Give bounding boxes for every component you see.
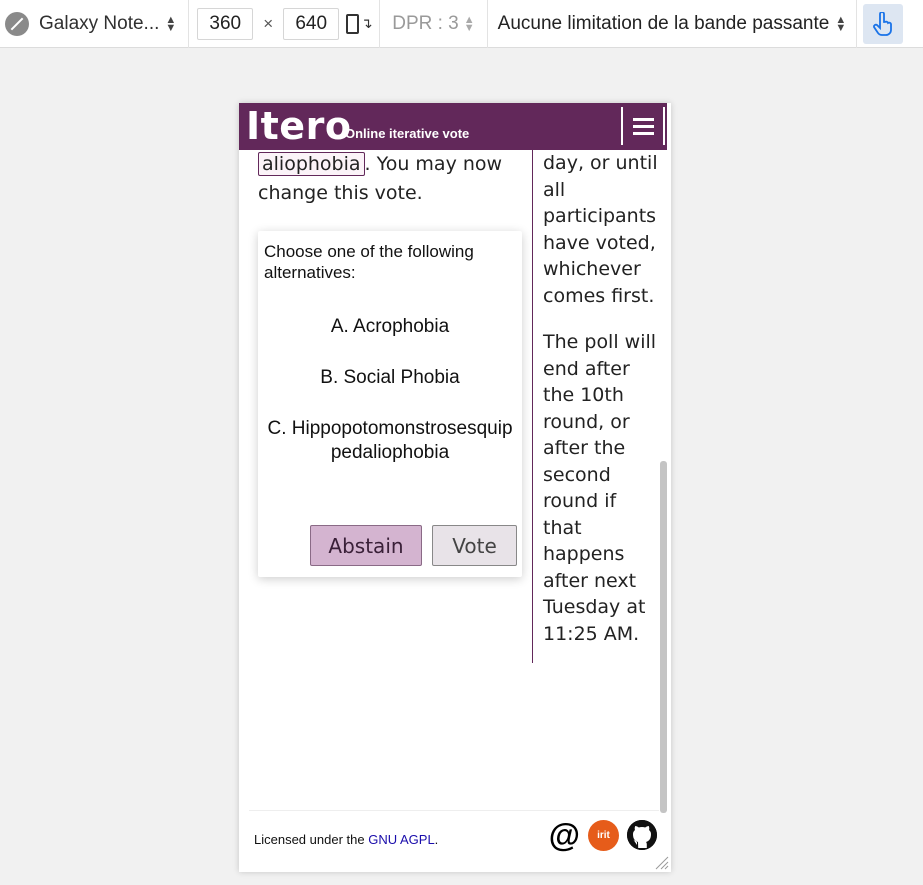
chosen-alternative: aliophobia bbox=[258, 152, 365, 176]
disabled-icon[interactable] bbox=[5, 11, 29, 36]
updown-icon: ▲ ▼ bbox=[463, 13, 475, 34]
alternative-c[interactable]: C. Hippopotomonstrosesquippedaliophobia bbox=[264, 417, 516, 465]
times-sign: × bbox=[263, 13, 274, 33]
vote-status-text: aliophobia. You may now change this vote… bbox=[258, 150, 533, 208]
phone-shape bbox=[345, 13, 359, 34]
alternative-b[interactable]: B. Social Phobia bbox=[264, 366, 516, 390]
rotate-arrow-icon: ↴ bbox=[360, 15, 373, 31]
throttling-label: Aucune limitation de la bande passante bbox=[497, 12, 830, 34]
abstain-button[interactable]: Abstain bbox=[310, 525, 422, 566]
license-link[interactable]: GNU AGPL bbox=[368, 832, 434, 847]
vote-button[interactable]: Vote bbox=[432, 525, 517, 566]
brand-logo[interactable]: Itero bbox=[246, 103, 351, 150]
hamburger-icon-line bbox=[632, 124, 654, 128]
ballot-card: Choose one of the following alternatives… bbox=[258, 231, 522, 577]
license-prefix: Licensed under the bbox=[254, 832, 369, 847]
alternative-a[interactable]: A. Acrophobia bbox=[264, 315, 516, 339]
menu-button[interactable] bbox=[621, 107, 665, 145]
touch-icon[interactable] bbox=[863, 3, 904, 44]
divider bbox=[856, 0, 858, 48]
app-header: Itero Online iterative vote bbox=[239, 103, 667, 150]
updown-icon: ▲ ▼ bbox=[835, 13, 847, 34]
poll-info-deadline: day, or until all participants have vote… bbox=[543, 152, 658, 307]
height-input[interactable]: 640 bbox=[283, 7, 340, 40]
footer: Licensed under the GNU AGPL. @ irit bbox=[249, 810, 659, 872]
hand-pointer-icon bbox=[873, 11, 893, 36]
device-viewport: Itero Online iterative vote aliophobia. … bbox=[239, 103, 671, 872]
dpr-select[interactable]: DPR : 3 ▲ ▼ bbox=[380, 13, 486, 35]
scrollbar[interactable] bbox=[660, 461, 667, 813]
dpr-label: DPR : 3 bbox=[392, 12, 459, 34]
footer-icons: @ irit bbox=[549, 819, 657, 851]
devtools-toolbar: Galaxy Note... ▲ ▼ 360 × 640 ↴ DPR : 3 ▲ ▼… bbox=[0, 0, 923, 48]
license-text: Licensed under the GNU AGPL. bbox=[254, 832, 438, 847]
license-suffix: . bbox=[434, 832, 439, 847]
irit-logo-icon[interactable]: irit bbox=[588, 819, 619, 851]
dimensions: 360 × 640 ↴ bbox=[189, 0, 379, 47]
device-select[interactable]: Galaxy Note... ▲ ▼ bbox=[39, 13, 176, 35]
updown-icon: ▲ ▼ bbox=[165, 13, 177, 34]
poll-info-rounds: The poll will end after the 10th round, … bbox=[543, 331, 657, 645]
hamburger-icon-line bbox=[632, 117, 654, 121]
resize-grip-icon[interactable] bbox=[653, 854, 669, 870]
width-input[interactable]: 360 bbox=[197, 7, 254, 40]
poll-info-sidebar: day, or until all participants have vote… bbox=[532, 150, 660, 663]
ballot-prompt: Choose one of the following alternatives… bbox=[264, 242, 474, 282]
email-icon[interactable]: @ bbox=[549, 819, 580, 851]
device-name: Galaxy Note... bbox=[39, 12, 160, 34]
tagline: Online iterative vote bbox=[345, 126, 470, 141]
github-cat-icon bbox=[627, 820, 657, 850]
rotate-icon[interactable]: ↴ bbox=[339, 0, 379, 48]
main-column: aliophobia. You may now change this vote… bbox=[258, 150, 533, 208]
hamburger-icon-line bbox=[632, 131, 654, 135]
throttling-select[interactable]: Aucune limitation de la bande passante ▲… bbox=[488, 13, 857, 35]
device-mode-area: Galaxy Note... ▲ ▼ bbox=[0, 0, 176, 47]
github-icon[interactable] bbox=[627, 820, 657, 850]
